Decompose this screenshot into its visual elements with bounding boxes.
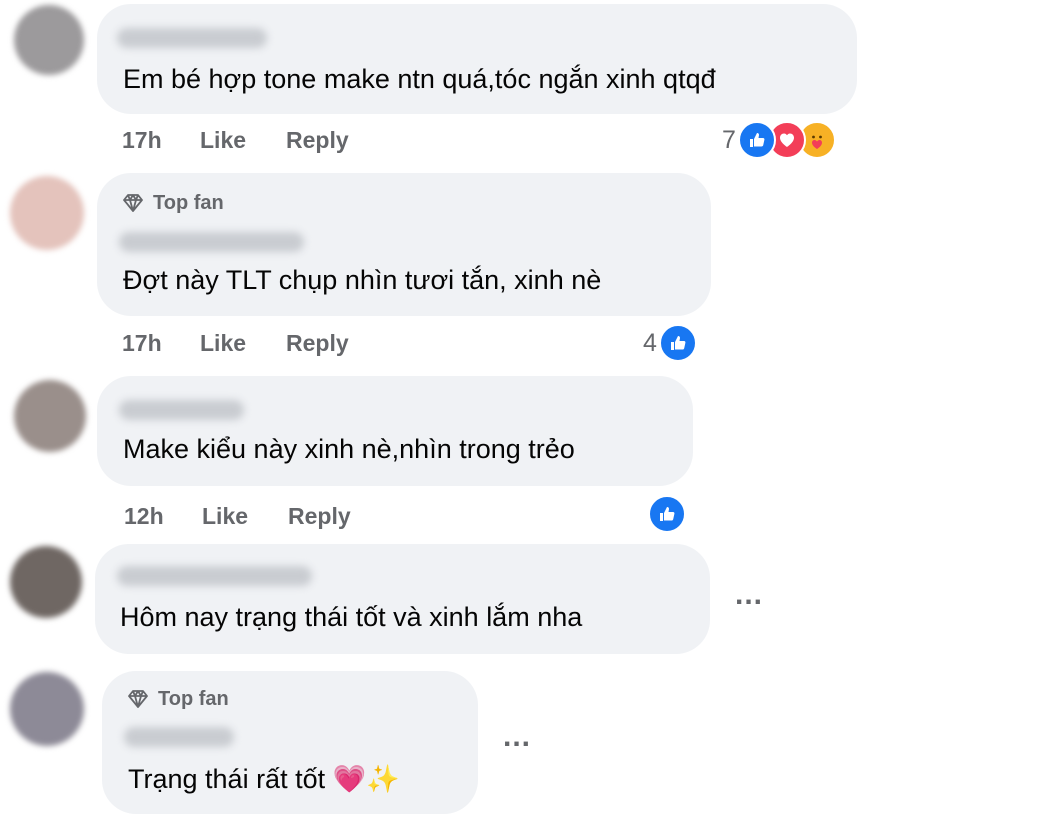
comment-actions: 12h Like Reply bbox=[124, 503, 351, 530]
reaction-summary[interactable]: 4 bbox=[643, 324, 697, 362]
timestamp[interactable]: 17h bbox=[122, 330, 200, 357]
author-name[interactable] bbox=[117, 28, 267, 48]
comment-text: Trạng thái rất tốt 💗✨ bbox=[128, 764, 400, 794]
like-icon bbox=[737, 121, 776, 159]
comment-text: Make kiểu này xinh nè,nhìn trong trẻo bbox=[123, 434, 575, 464]
author-name[interactable] bbox=[119, 232, 304, 252]
comment-bubble: Hôm nay trạng thái tốt và xinh lắm nha bbox=[95, 544, 710, 654]
comment-bubble: Top fan Đợt này TLT chụp nhìn tươi tắn, … bbox=[97, 173, 711, 316]
comment-actions: 17h Like Reply bbox=[122, 330, 349, 357]
more-options-button[interactable]: ... bbox=[735, 580, 763, 610]
timestamp[interactable]: 17h bbox=[122, 127, 200, 154]
like-icon bbox=[658, 324, 697, 362]
reaction-count: 4 bbox=[643, 328, 657, 357]
like-icon bbox=[648, 495, 686, 533]
reaction-summary[interactable] bbox=[648, 495, 686, 533]
like-button[interactable]: Like bbox=[202, 503, 288, 530]
timestamp[interactable]: 12h bbox=[124, 503, 202, 530]
like-button[interactable]: Like bbox=[200, 330, 286, 357]
avatar[interactable] bbox=[14, 380, 86, 452]
top-fan-label: Top fan bbox=[153, 191, 224, 214]
author-name[interactable] bbox=[124, 727, 234, 747]
reaction-summary[interactable]: 7 bbox=[722, 121, 836, 159]
reply-button[interactable]: Reply bbox=[286, 330, 349, 357]
avatar[interactable] bbox=[10, 672, 84, 746]
author-name[interactable] bbox=[119, 400, 244, 420]
comment-actions: 17h Like Reply bbox=[122, 127, 349, 154]
author-name[interactable] bbox=[117, 566, 312, 586]
top-fan-label: Top fan bbox=[158, 687, 229, 710]
reaction-count: 7 bbox=[722, 125, 736, 154]
like-button[interactable]: Like bbox=[200, 127, 286, 154]
comment-bubble: Em bé hợp tone make ntn quá,tóc ngắn xin… bbox=[97, 4, 857, 114]
diamond-icon bbox=[128, 690, 148, 708]
comment-text: Em bé hợp tone make ntn quá,tóc ngắn xin… bbox=[123, 64, 716, 94]
avatar[interactable] bbox=[10, 546, 82, 618]
avatar[interactable] bbox=[14, 5, 84, 75]
comment-text: Đợt này TLT chụp nhìn tươi tắn, xinh nè bbox=[123, 265, 602, 295]
comment-bubble: Top fan Trạng thái rất tốt 💗✨ bbox=[102, 671, 478, 814]
top-fan-badge: Top fan bbox=[121, 191, 224, 215]
top-fan-badge: Top fan bbox=[126, 687, 229, 711]
reply-button[interactable]: Reply bbox=[286, 127, 349, 154]
comment-text: Hôm nay trạng thái tốt và xinh lắm nha bbox=[120, 602, 583, 632]
diamond-icon bbox=[123, 194, 143, 212]
avatar[interactable] bbox=[10, 176, 84, 250]
reply-button[interactable]: Reply bbox=[288, 503, 351, 530]
more-options-button[interactable]: ... bbox=[503, 722, 531, 752]
comment-bubble: Make kiểu này xinh nè,nhìn trong trẻo bbox=[97, 376, 693, 486]
